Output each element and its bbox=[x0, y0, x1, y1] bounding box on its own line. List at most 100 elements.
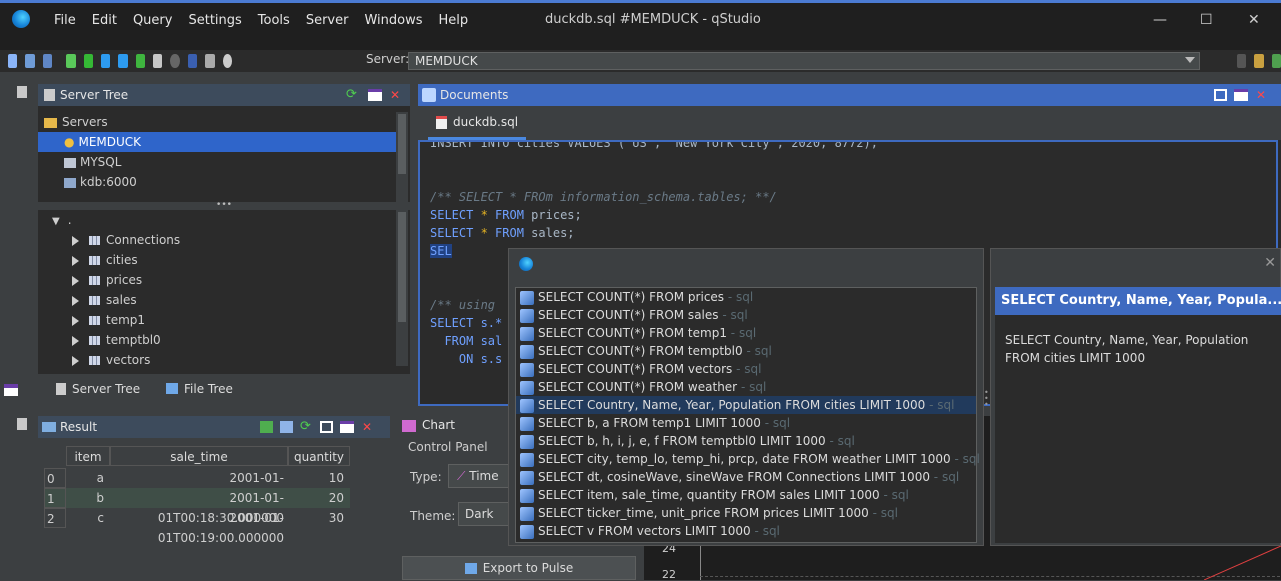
text-icon[interactable] bbox=[205, 54, 215, 68]
menu-tools[interactable]: Tools bbox=[258, 13, 290, 28]
server-select[interactable]: MEMDUCK bbox=[408, 52, 1200, 70]
close-icon[interactable]: ✕ bbox=[1248, 12, 1260, 28]
run-line-icon[interactable] bbox=[83, 54, 93, 68]
popout-icon[interactable] bbox=[320, 421, 333, 433]
export-to-pulse-button[interactable]: Export to Pulse bbox=[402, 556, 636, 580]
connect-icon[interactable] bbox=[66, 54, 76, 68]
tree-table-vectors[interactable]: vectors bbox=[52, 350, 396, 366]
tree-table-temp1[interactable]: temp1 bbox=[52, 310, 396, 330]
save-icon[interactable] bbox=[42, 54, 53, 68]
table-tree-scrollbar[interactable] bbox=[396, 210, 408, 366]
server-item-mysql[interactable]: MYSQL bbox=[44, 152, 396, 172]
list-item[interactable]: SELECT COUNT(*) FROM temp1 - sql bbox=[516, 324, 976, 342]
open-file-icon[interactable] bbox=[25, 54, 35, 68]
list-item-selected[interactable]: SELECT Country, Name, Year, Population F… bbox=[516, 396, 976, 414]
sql-snippet-icon bbox=[520, 344, 534, 359]
list-item[interactable]: SELECT v FROM vectors LIMIT 1000 - sql bbox=[516, 522, 976, 540]
server-edit-icon[interactable] bbox=[1254, 54, 1264, 68]
table-row[interactable]: 2 c 2001-01-01T00:19:00.000000 30 bbox=[44, 508, 350, 545]
column-header-item[interactable]: item bbox=[66, 446, 110, 466]
excel-icon[interactable] bbox=[260, 421, 273, 433]
menu-windows[interactable]: Windows bbox=[364, 13, 422, 28]
tree-table-sales[interactable]: sales bbox=[52, 290, 396, 310]
result-table[interactable]: item sale_time quantity 0 a 2001-01-01T0… bbox=[44, 444, 384, 580]
collapsed-arrow-icon[interactable] bbox=[72, 315, 79, 326]
sql-file-icon bbox=[436, 116, 447, 129]
menu-query[interactable]: Query bbox=[133, 13, 173, 28]
globe-icon[interactable] bbox=[222, 54, 232, 68]
list-item[interactable]: SELECT COUNT(*) FROM weather - sql bbox=[516, 378, 976, 396]
autocomplete-list[interactable]: SELECT COUNT(*) FROM prices - sql SELECT… bbox=[515, 287, 980, 543]
pin-icon[interactable] bbox=[17, 418, 27, 430]
popout-icon[interactable] bbox=[1214, 89, 1227, 101]
maximize-panel-icon[interactable] bbox=[1234, 89, 1248, 101]
tree-table-cities[interactable]: cities bbox=[52, 250, 396, 270]
collapsed-arrow-icon[interactable] bbox=[72, 235, 79, 246]
server-add-icon[interactable] bbox=[1271, 54, 1281, 68]
tab-server-tree[interactable]: Server Tree bbox=[72, 382, 140, 396]
close-panel-icon[interactable]: ✕ bbox=[1256, 84, 1266, 106]
pin-icon[interactable] bbox=[17, 86, 27, 98]
list-item[interactable]: SELECT b, a FROM temp1 LIMIT 1000 - sql bbox=[516, 414, 976, 432]
column-header-sale-time[interactable]: sale_time bbox=[110, 446, 288, 466]
minimized-window-icon[interactable] bbox=[4, 384, 18, 396]
collapsed-arrow-icon[interactable] bbox=[72, 335, 79, 346]
maximize-panel-icon[interactable] bbox=[340, 421, 354, 433]
list-item[interactable]: SELECT dt, cosineWave, sineWave FROM Con… bbox=[516, 468, 976, 486]
email-icon[interactable] bbox=[280, 421, 293, 433]
list-item[interactable]: SELECT ticker_time, unit_price FROM pric… bbox=[516, 504, 976, 522]
tab-duckdb-sql[interactable]: duckdb.sql bbox=[428, 112, 527, 140]
list-item[interactable]: SELECT COUNT(*) FROM prices - sql bbox=[516, 288, 976, 306]
stop-icon[interactable] bbox=[170, 54, 180, 68]
ai-icon[interactable] bbox=[187, 54, 198, 68]
tree-table-prices[interactable]: prices bbox=[52, 270, 396, 290]
clipboard-icon[interactable] bbox=[153, 54, 163, 68]
server-tree-icon bbox=[44, 89, 55, 101]
collapsed-arrow-icon[interactable] bbox=[72, 275, 79, 286]
close-panel-icon[interactable]: ✕ bbox=[362, 416, 372, 438]
chevron-down-icon[interactable] bbox=[1185, 57, 1195, 63]
close-icon[interactable]: ✕ bbox=[1264, 255, 1276, 271]
refresh-icon[interactable]: ⟳ bbox=[346, 88, 357, 102]
tree-table-temptbl0[interactable]: temptbl0 bbox=[52, 330, 396, 350]
servers-root[interactable]: Servers bbox=[44, 112, 396, 132]
list-item[interactable]: SELECT COUNT(*) FROM sales - sql bbox=[516, 306, 976, 324]
menu-settings[interactable]: Settings bbox=[188, 13, 241, 28]
server-tree-panel: Server Tree ⟳ ✕ Servers ● MEMDUCK MYSQL k… bbox=[38, 84, 410, 406]
splitter-handle[interactable]: ••• bbox=[38, 201, 410, 210]
tab-file-tree[interactable]: File Tree bbox=[184, 382, 233, 396]
table-row[interactable]: 1 b 2001-01-01T00:18:30.000000 20 bbox=[44, 488, 350, 525]
server-list-scrollbar[interactable] bbox=[396, 112, 408, 202]
list-item[interactable]: SELECT COUNT(*) FROM temptbl0 - sql bbox=[516, 342, 976, 360]
maximize-icon[interactable]: ☐ bbox=[1200, 12, 1213, 28]
run-icon[interactable] bbox=[100, 54, 111, 68]
expanded-arrow-icon[interactable]: ▼ bbox=[52, 216, 60, 227]
column-header-quantity[interactable]: quantity bbox=[288, 446, 350, 466]
menu-edit[interactable]: Edit bbox=[92, 13, 117, 28]
minimize-icon[interactable]: — bbox=[1153, 12, 1167, 28]
list-item[interactable]: SELECT city, temp_lo, temp_hi, prcp, dat… bbox=[516, 450, 980, 468]
collapsed-arrow-icon[interactable] bbox=[72, 355, 79, 366]
list-item[interactable]: SELECT item, sale_time, quantity FROM sa… bbox=[516, 486, 976, 504]
menu-help[interactable]: Help bbox=[439, 13, 469, 28]
server-props-icon[interactable] bbox=[1236, 54, 1247, 68]
new-file-icon[interactable] bbox=[8, 54, 18, 68]
document-tabs: duckdb.sql bbox=[418, 106, 1281, 140]
menu-file[interactable]: File bbox=[54, 13, 76, 28]
collapsed-arrow-icon[interactable] bbox=[72, 255, 79, 266]
run-all-icon[interactable] bbox=[135, 54, 145, 68]
folder-icon bbox=[44, 117, 57, 128]
maximize-panel-icon[interactable] bbox=[368, 89, 382, 101]
server-item-kdb[interactable]: kdb:6000 bbox=[44, 172, 396, 192]
tree-node-dot[interactable]: ▼. bbox=[52, 210, 396, 230]
tree-table-connections[interactable]: Connections bbox=[52, 230, 396, 250]
list-item[interactable]: SELECT b, h, i, j, e, f FROM temptbl0 LI… bbox=[516, 432, 976, 450]
list-item[interactable]: SELECT COUNT(*) FROM vectors - sql bbox=[516, 360, 976, 378]
run-selection-icon[interactable] bbox=[118, 54, 128, 68]
close-panel-icon[interactable]: ✕ bbox=[390, 84, 400, 106]
collapsed-arrow-icon[interactable] bbox=[72, 295, 79, 306]
menu-server[interactable]: Server bbox=[306, 13, 349, 28]
table-row[interactable]: 0 a 2001-01-01T00:18:00.000000 10 bbox=[44, 468, 350, 505]
server-item-memduck[interactable]: ● MEMDUCK bbox=[38, 132, 396, 152]
refresh-icon[interactable]: ⟳ bbox=[300, 420, 311, 434]
